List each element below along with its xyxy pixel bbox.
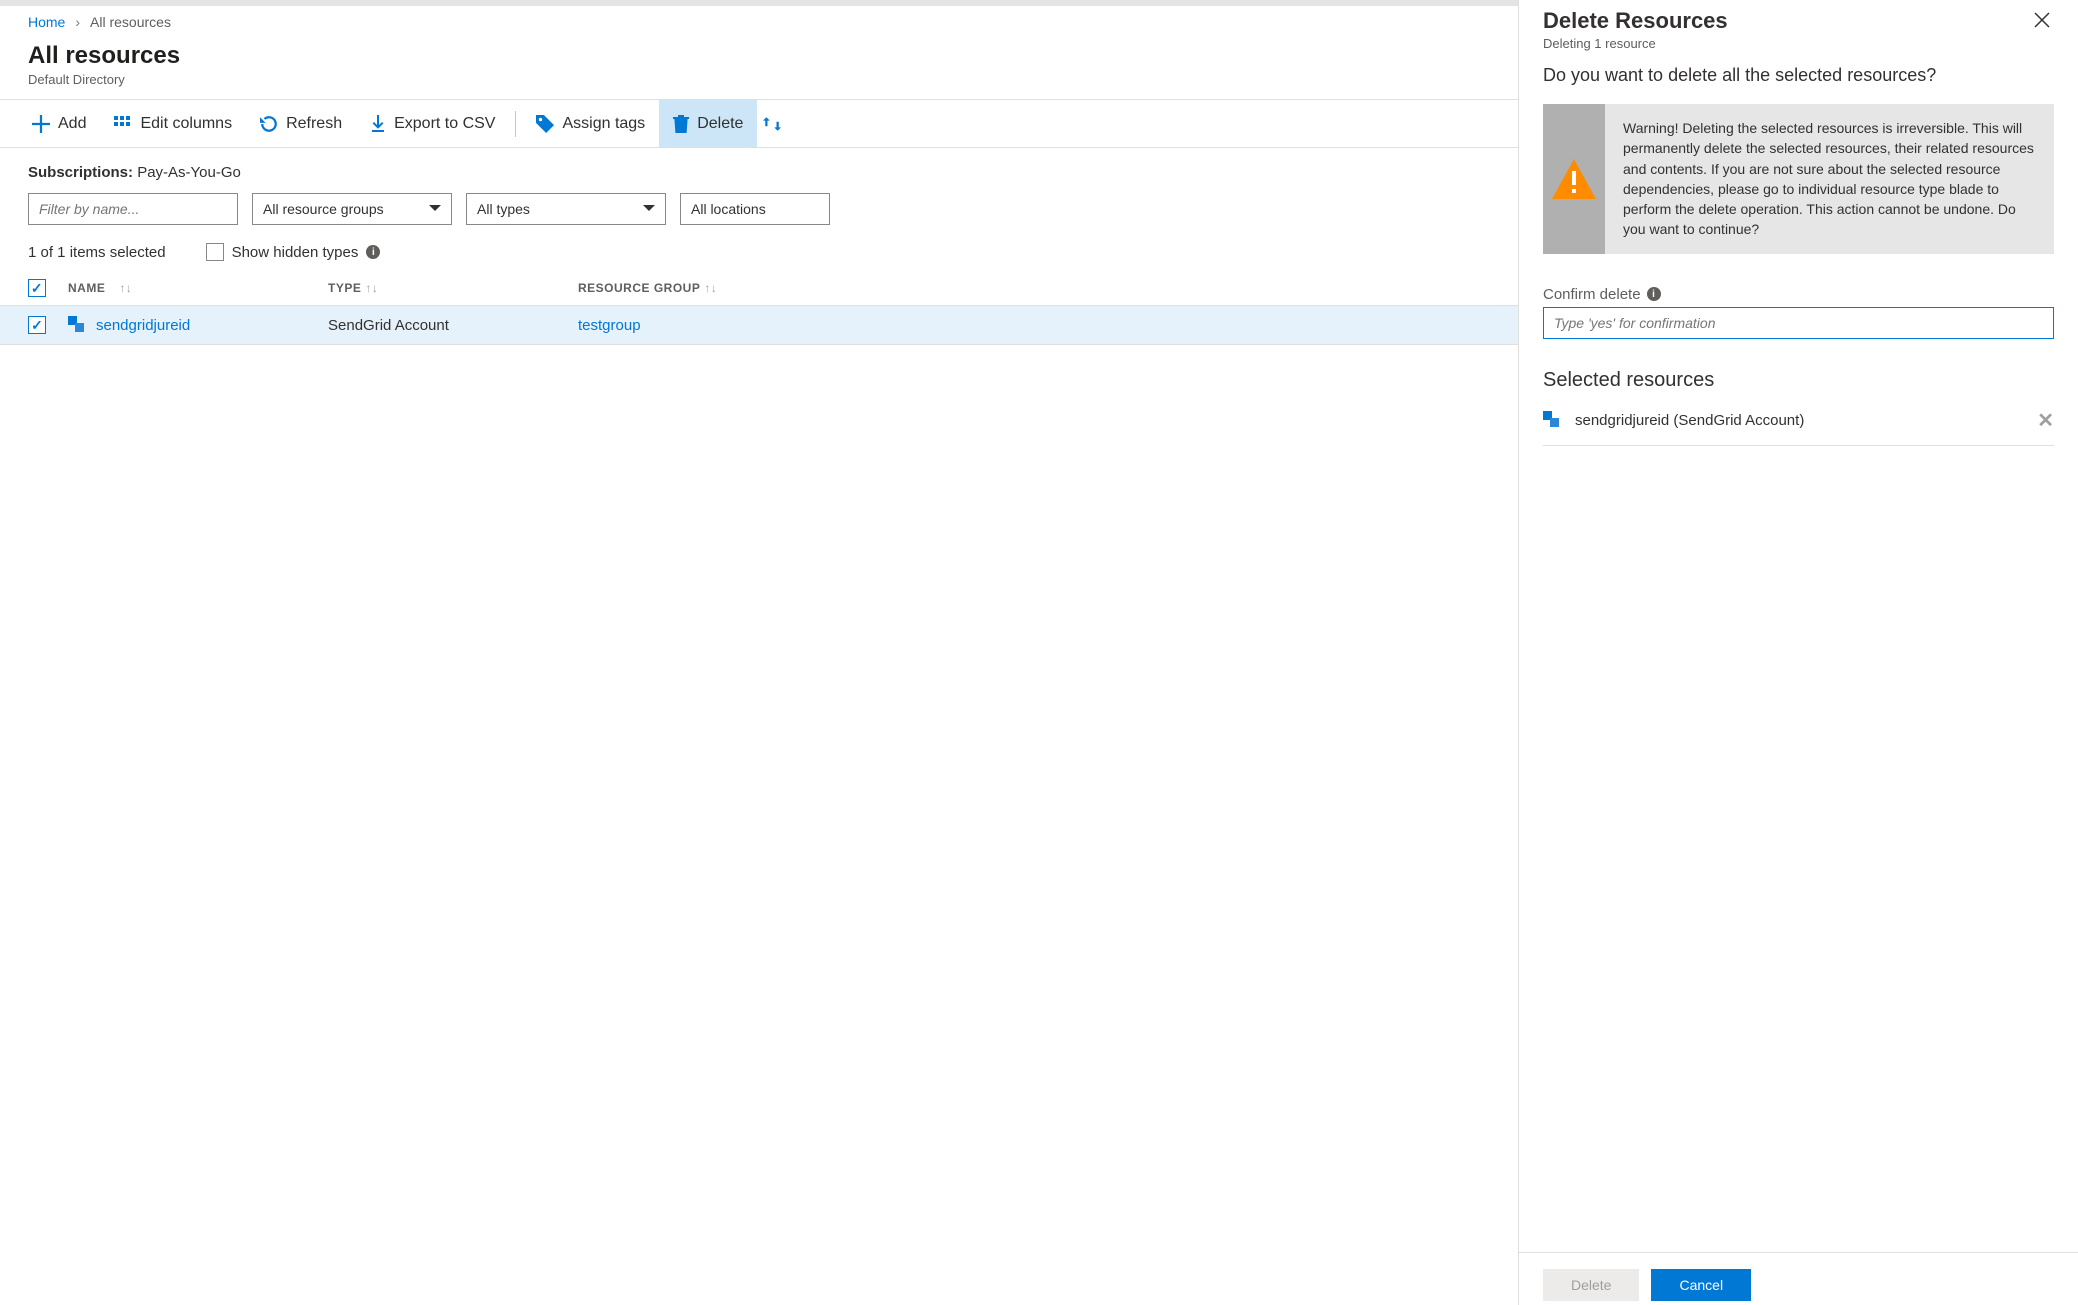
confirm-delete-input[interactable] [1543,307,2054,339]
breadcrumb-home[interactable]: Home [28,14,65,30]
export-csv-button[interactable]: Export to CSV [356,100,509,147]
confirm-label-row: Confirm delete i [1543,286,2054,303]
toolbar: Add Edit columns Refresh Export to CSV A… [0,100,1518,148]
select-all-checkbox[interactable] [28,279,46,297]
edit-columns-button[interactable]: Edit columns [100,100,246,147]
refresh-icon [260,115,278,133]
warning-icon [1552,159,1596,199]
chevron-down-icon [643,205,655,213]
assign-tags-button[interactable]: Assign tags [522,100,659,147]
resource-groups-label: All resource groups [263,201,384,217]
side-subtitle: Deleting 1 resource [1543,36,1728,51]
side-body: Do you want to delete all the selected r… [1519,65,2078,1252]
locations-select[interactable]: All locations [680,193,830,225]
selected-resource-row: sendgridjureid (SendGrid Account) ✕ [1543,396,2054,446]
swap-icon [763,115,781,133]
close-icon [2034,12,2050,28]
side-title: Delete Resources [1543,8,1728,34]
breadcrumb-current: All resources [90,14,171,30]
resources-table: NAME↑↓ TYPE↑↓ RESOURCE GROUP↑↓ sendgridj… [0,271,1518,345]
delete-button-label: Delete [697,115,743,133]
refresh-label: Refresh [286,115,342,133]
filter-name-input[interactable] [28,193,238,225]
col-header-type[interactable]: TYPE↑↓ [328,281,578,295]
add-button-label: Add [58,115,86,133]
close-button[interactable] [2030,8,2054,32]
subscriptions-row: Subscriptions: Pay-As-You-Go [0,148,1518,189]
resource-icon [68,316,86,334]
blade-header: All resources Default Directory [0,38,1518,100]
warning-text: Warning! Deleting the selected resources… [1605,104,2054,254]
cancel-button[interactable]: Cancel [1651,1269,1751,1301]
more-button[interactable] [757,100,787,147]
assign-tags-label: Assign tags [562,115,645,133]
selection-count: 1 of 1 items selected [28,244,166,261]
refresh-button[interactable]: Refresh [246,100,356,147]
row-checkbox[interactable] [28,316,46,334]
trash-icon [673,115,689,133]
show-hidden-checkbox[interactable] [206,243,224,261]
all-resources-blade: Home › All resources All resources Defau… [0,0,1518,1305]
filters-row: All resource groups All types All locati… [0,189,1518,239]
remove-resource-button[interactable]: ✕ [2037,408,2054,433]
sort-icon: ↑↓ [119,281,132,295]
breadcrumb: Home › All resources [0,6,1518,38]
confirm-question: Do you want to delete all the selected r… [1543,65,2054,86]
side-footer: Delete Cancel [1519,1252,2078,1305]
export-csv-label: Export to CSV [394,115,495,133]
resource-groups-select[interactable]: All resource groups [252,193,452,225]
edit-columns-label: Edit columns [140,115,232,133]
col-header-rg[interactable]: RESOURCE GROUP↑↓ [578,281,1490,295]
types-select[interactable]: All types [466,193,666,225]
confirm-delete-button[interactable]: Delete [1543,1269,1639,1301]
page-subtitle: Default Directory [28,72,1490,87]
warning-icon-container [1543,104,1605,254]
resource-name-link[interactable]: sendgridjureid [96,317,190,334]
subscriptions-label: Subscriptions: [28,164,133,181]
delete-resources-blade: Delete Resources Deleting 1 resource Do … [1518,0,2078,1305]
columns-icon [114,116,132,132]
sort-icon: ↑↓ [365,281,378,295]
download-icon [370,115,386,133]
warning-box: Warning! Deleting the selected resources… [1543,104,2054,254]
info-icon[interactable]: i [1647,287,1661,301]
resource-group-link[interactable]: testgroup [578,317,641,334]
tag-icon [536,115,554,133]
confirm-label: Confirm delete [1543,286,1641,303]
toolbar-separator [515,111,516,137]
resource-icon [1543,411,1561,429]
delete-button[interactable]: Delete [659,100,757,147]
status-row: 1 of 1 items selected Show hidden types … [0,239,1518,271]
info-icon[interactable]: i [366,245,380,259]
table-header: NAME↑↓ TYPE↑↓ RESOURCE GROUP↑↓ [0,271,1518,306]
selected-resource-text: sendgridjureid (SendGrid Account) [1575,412,1804,429]
plus-icon [32,115,50,133]
breadcrumb-separator: › [75,14,80,30]
types-label: All types [477,201,530,217]
table-row[interactable]: sendgridjureid SendGrid Account testgrou… [0,306,1518,345]
col-header-name[interactable]: NAME↑↓ [68,281,328,295]
side-header: Delete Resources Deleting 1 resource [1519,0,2078,65]
chevron-down-icon [429,205,441,213]
add-button[interactable]: Add [18,100,100,147]
resource-type: SendGrid Account [328,317,578,334]
sort-icon: ↑↓ [704,281,717,295]
selected-resources-heading: Selected resources [1543,369,2054,392]
page-title: All resources [28,42,1490,70]
locations-label: All locations [691,201,766,217]
subscriptions-value: Pay-As-You-Go [137,164,241,181]
show-hidden-label: Show hidden types [232,244,359,261]
